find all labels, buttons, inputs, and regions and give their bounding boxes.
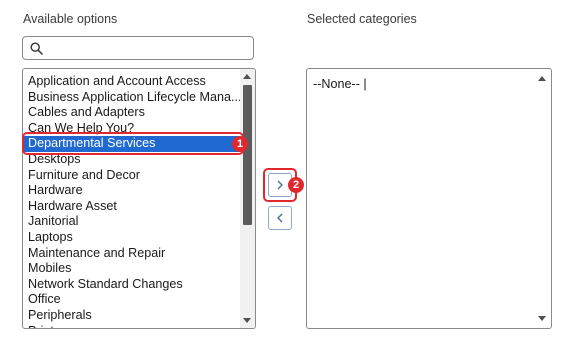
- search-icon: [30, 42, 43, 55]
- scroll-down-icon[interactable]: [243, 318, 251, 323]
- selected-categories-label: Selected categories: [307, 12, 417, 26]
- annotation-highlight-1: [22, 132, 244, 155]
- scroll-thumb[interactable]: [243, 85, 252, 225]
- list-item[interactable]: Network Standard Changes: [23, 277, 241, 293]
- selected-item[interactable]: --None-- |: [313, 77, 367, 91]
- remove-selected-button[interactable]: [268, 206, 292, 230]
- list-item[interactable]: Hardware: [23, 183, 241, 199]
- scroll-up-icon[interactable]: [243, 74, 251, 79]
- list-item[interactable]: Laptops: [23, 230, 241, 246]
- scroll-up-icon[interactable]: [538, 76, 546, 81]
- available-options-label: Available options: [23, 12, 118, 26]
- annotation-badge-2: 2: [288, 177, 304, 193]
- annotation-badge-1: 1: [232, 136, 248, 152]
- list-item[interactable]: Hardware Asset: [23, 199, 241, 215]
- list-item[interactable]: Office: [23, 292, 241, 308]
- category-picker: Available options Selected categories Ap…: [0, 0, 584, 354]
- list-item[interactable]: Mobiles: [23, 261, 241, 277]
- available-scrollbar[interactable]: [240, 69, 255, 328]
- list-item[interactable]: Maintenance and Repair: [23, 246, 241, 262]
- available-options-list[interactable]: Application and Account Access Business A…: [22, 68, 256, 329]
- list-item[interactable]: Janitorial: [23, 214, 241, 230]
- list-item[interactable]: Application and Account Access: [23, 74, 241, 90]
- list-item[interactable]: Business Application Lifecycle Mana...: [23, 90, 241, 106]
- selected-categories-list[interactable]: --None-- |: [306, 68, 552, 329]
- list-item[interactable]: Printers: [23, 324, 241, 329]
- list-item[interactable]: Furniture and Decor: [23, 168, 241, 184]
- scroll-down-icon[interactable]: [538, 316, 546, 321]
- list-item[interactable]: Cables and Adapters: [23, 105, 241, 121]
- chevron-left-icon: [277, 213, 283, 223]
- search-input[interactable]: [22, 36, 254, 60]
- available-options-items: Application and Account Access Business A…: [23, 74, 241, 329]
- list-item[interactable]: Peripherals: [23, 308, 241, 324]
